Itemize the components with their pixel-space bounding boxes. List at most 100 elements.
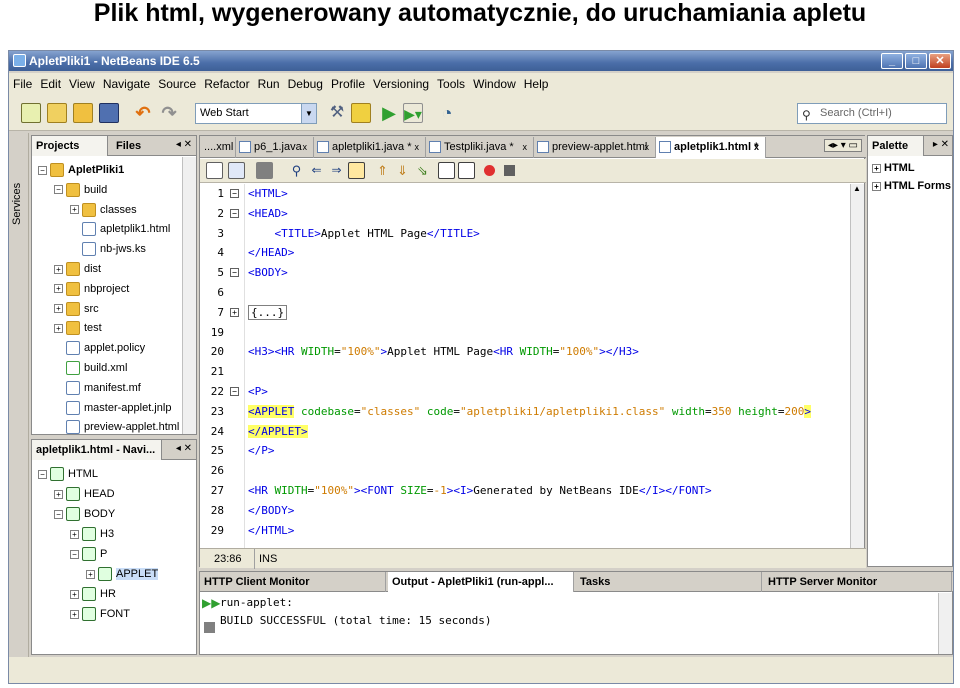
collapse-icon[interactable]: − — [70, 549, 79, 559]
expand-icon[interactable]: + — [54, 304, 63, 314]
shift-right-icon[interactable] — [458, 162, 475, 179]
expand-icon[interactable]: + — [872, 163, 881, 173]
project-tree-item[interactable]: apletplik1.html — [70, 219, 170, 239]
editor-tab[interactable]: Testpliki.java * x — [426, 137, 534, 158]
menu-edit[interactable]: Edit — [36, 73, 65, 95]
window-titlebar[interactable]: ApletPliki1 - NetBeans IDE 6.5 _ □ ✕ — [9, 51, 953, 71]
editor-tab[interactable]: apletplik1.html * x — [656, 137, 766, 158]
menu-source[interactable]: Source — [154, 73, 200, 95]
expand-icon[interactable]: + — [54, 284, 63, 294]
menu-debug[interactable]: Debug — [284, 73, 327, 95]
menu-help[interactable]: Help — [520, 73, 553, 95]
undo-icon[interactable]: ↶ — [133, 103, 153, 123]
project-tree-item[interactable]: + test — [54, 318, 102, 338]
collapse-icon[interactable]: − — [54, 185, 63, 195]
menu-window[interactable]: Window — [469, 73, 520, 95]
menu-profile[interactable]: Profile — [327, 73, 369, 95]
shift-left-icon[interactable] — [438, 162, 455, 179]
tab-projects[interactable]: Projects — [32, 136, 108, 156]
projects-scrollbar[interactable] — [182, 157, 196, 434]
collapse-icon[interactable]: − — [54, 509, 63, 519]
hammer-icon[interactable]: ⚒ — [327, 103, 347, 123]
minimize-button[interactable]: _ — [881, 53, 903, 69]
tab-files[interactable]: Files — [112, 136, 172, 156]
rerun-icon[interactable]: ▶▶ — [202, 596, 220, 610]
start-macro-icon[interactable] — [484, 165, 495, 176]
open-project-icon[interactable] — [73, 103, 93, 123]
forward-icon[interactable] — [256, 162, 273, 179]
navigator-tree-item[interactable]: + HEAD — [54, 484, 115, 504]
expand-icon[interactable]: + — [54, 323, 63, 333]
navigator-tree-item[interactable]: − BODY — [54, 504, 115, 524]
project-tree-item[interactable]: − ApletPliki1 — [38, 160, 124, 180]
tab-nav-arrows-icon[interactable]: ◂▸ ▾ ▭ — [823, 139, 862, 152]
run-icon[interactable]: ▶ — [379, 103, 399, 123]
menu-run[interactable]: Run — [254, 73, 284, 95]
project-tree-item[interactable]: + classes — [70, 200, 137, 220]
expand-icon[interactable]: + — [70, 529, 79, 539]
panel-menu-icon[interactable]: ◂ ✕ — [176, 139, 192, 150]
project-tree-item[interactable]: applet.policy — [54, 338, 145, 358]
back-icon[interactable] — [228, 162, 245, 179]
tab-http-client-monitor[interactable]: HTTP Client Monitor — [200, 572, 386, 592]
project-tree-item[interactable]: preview-applet.html — [54, 417, 179, 437]
debug-icon[interactable]: ▶▾ — [403, 103, 423, 123]
project-tree-item[interactable]: + nbproject — [54, 279, 129, 299]
new-project-icon[interactable] — [47, 103, 67, 123]
project-tree-item[interactable]: + src — [54, 299, 99, 319]
collapse-fold-icon[interactable]: − — [230, 189, 239, 198]
project-tree-item[interactable]: + dist — [54, 259, 101, 279]
editor-tab[interactable]: preview-applet.html x — [534, 137, 656, 158]
menu-navigate[interactable]: Navigate — [99, 73, 154, 95]
panel-menu-icon[interactable]: ▸ ✕ — [933, 139, 949, 150]
tab-output[interactable]: Output - ApletPliki1 (run-appl... — [388, 572, 574, 592]
project-tree-item[interactable]: nb-jws.ks — [70, 239, 146, 259]
output-scrollbar[interactable] — [938, 593, 952, 654]
previous-bookmark-icon[interactable]: ⇑ — [374, 162, 391, 179]
expand-icon[interactable]: + — [54, 489, 63, 499]
tab-tasks[interactable]: Tasks — [576, 572, 762, 592]
menu-tools[interactable]: Tools — [433, 73, 469, 95]
profile-icon[interactable]: ◔ — [437, 103, 457, 123]
project-tree-item[interactable]: build.xml — [54, 358, 127, 378]
collapse-fold-icon[interactable]: − — [230, 268, 239, 278]
menu-refactor[interactable]: Refactor — [200, 73, 253, 95]
navigator-tree-item[interactable]: + FONT — [70, 604, 130, 624]
expand-icon[interactable]: + — [70, 609, 79, 619]
expand-icon[interactable]: + — [70, 205, 79, 215]
expand-icon[interactable]: + — [70, 589, 79, 599]
close-tab-icon[interactable]: x — [645, 137, 650, 158]
close-window-button[interactable]: ✕ — [929, 53, 951, 69]
navigator-tree-item[interactable]: + HR — [70, 584, 116, 604]
maximize-button[interactable]: □ — [905, 53, 927, 69]
project-tree-item[interactable]: manifest.mf — [54, 378, 141, 398]
close-tab-icon[interactable]: x — [303, 137, 308, 158]
palette-category[interactable]: + HTML — [872, 158, 915, 178]
menu-versioning[interactable]: Versioning — [369, 73, 433, 95]
panel-menu-icon[interactable]: ◂ ✕ — [176, 443, 192, 454]
search-input[interactable]: ⚲ Search (Ctrl+I) — [797, 103, 947, 124]
tab-http-server-monitor[interactable]: HTTP Server Monitor — [764, 572, 952, 592]
editor-tab[interactable]: ....xml — [200, 137, 236, 158]
editor-scrollbar[interactable]: ▲ — [850, 184, 864, 548]
stop-icon[interactable] — [204, 622, 215, 633]
collapse-icon[interactable]: − — [38, 469, 47, 479]
navigator-tree-item[interactable]: − P — [70, 544, 107, 564]
find-icon[interactable]: ⚲ — [288, 162, 305, 179]
collapse-icon[interactable]: − — [38, 165, 47, 175]
scroll-up-icon[interactable]: ▲ — [853, 184, 861, 193]
collapse-fold-icon[interactable]: − — [230, 208, 239, 218]
code-editor[interactable]: 1− <HTML> 2− <HEAD> 3 <TITLE>Applet HTML Pag… — [200, 184, 850, 548]
navigator-tree-item[interactable]: − HTML — [38, 464, 98, 484]
toggle-bookmark-icon[interactable]: ⇘ — [414, 162, 431, 179]
editor-tab[interactable]: apletpliki1.java * x — [314, 137, 426, 158]
editor-tab[interactable]: p6_1.java x — [236, 137, 314, 158]
navigator-tree-item[interactable]: + APPLET — [86, 564, 159, 584]
tab-palette[interactable]: Palette — [868, 136, 924, 156]
new-file-icon[interactable] — [21, 103, 41, 123]
collapse-fold-icon[interactable]: − — [230, 387, 239, 396]
next-bookmark-icon[interactable]: ⇓ — [394, 162, 411, 179]
project-tree-item[interactable]: master-applet.jnlp — [54, 398, 171, 418]
find-next-icon[interactable]: ⇒ — [328, 162, 345, 179]
save-all-icon[interactable] — [99, 103, 119, 123]
